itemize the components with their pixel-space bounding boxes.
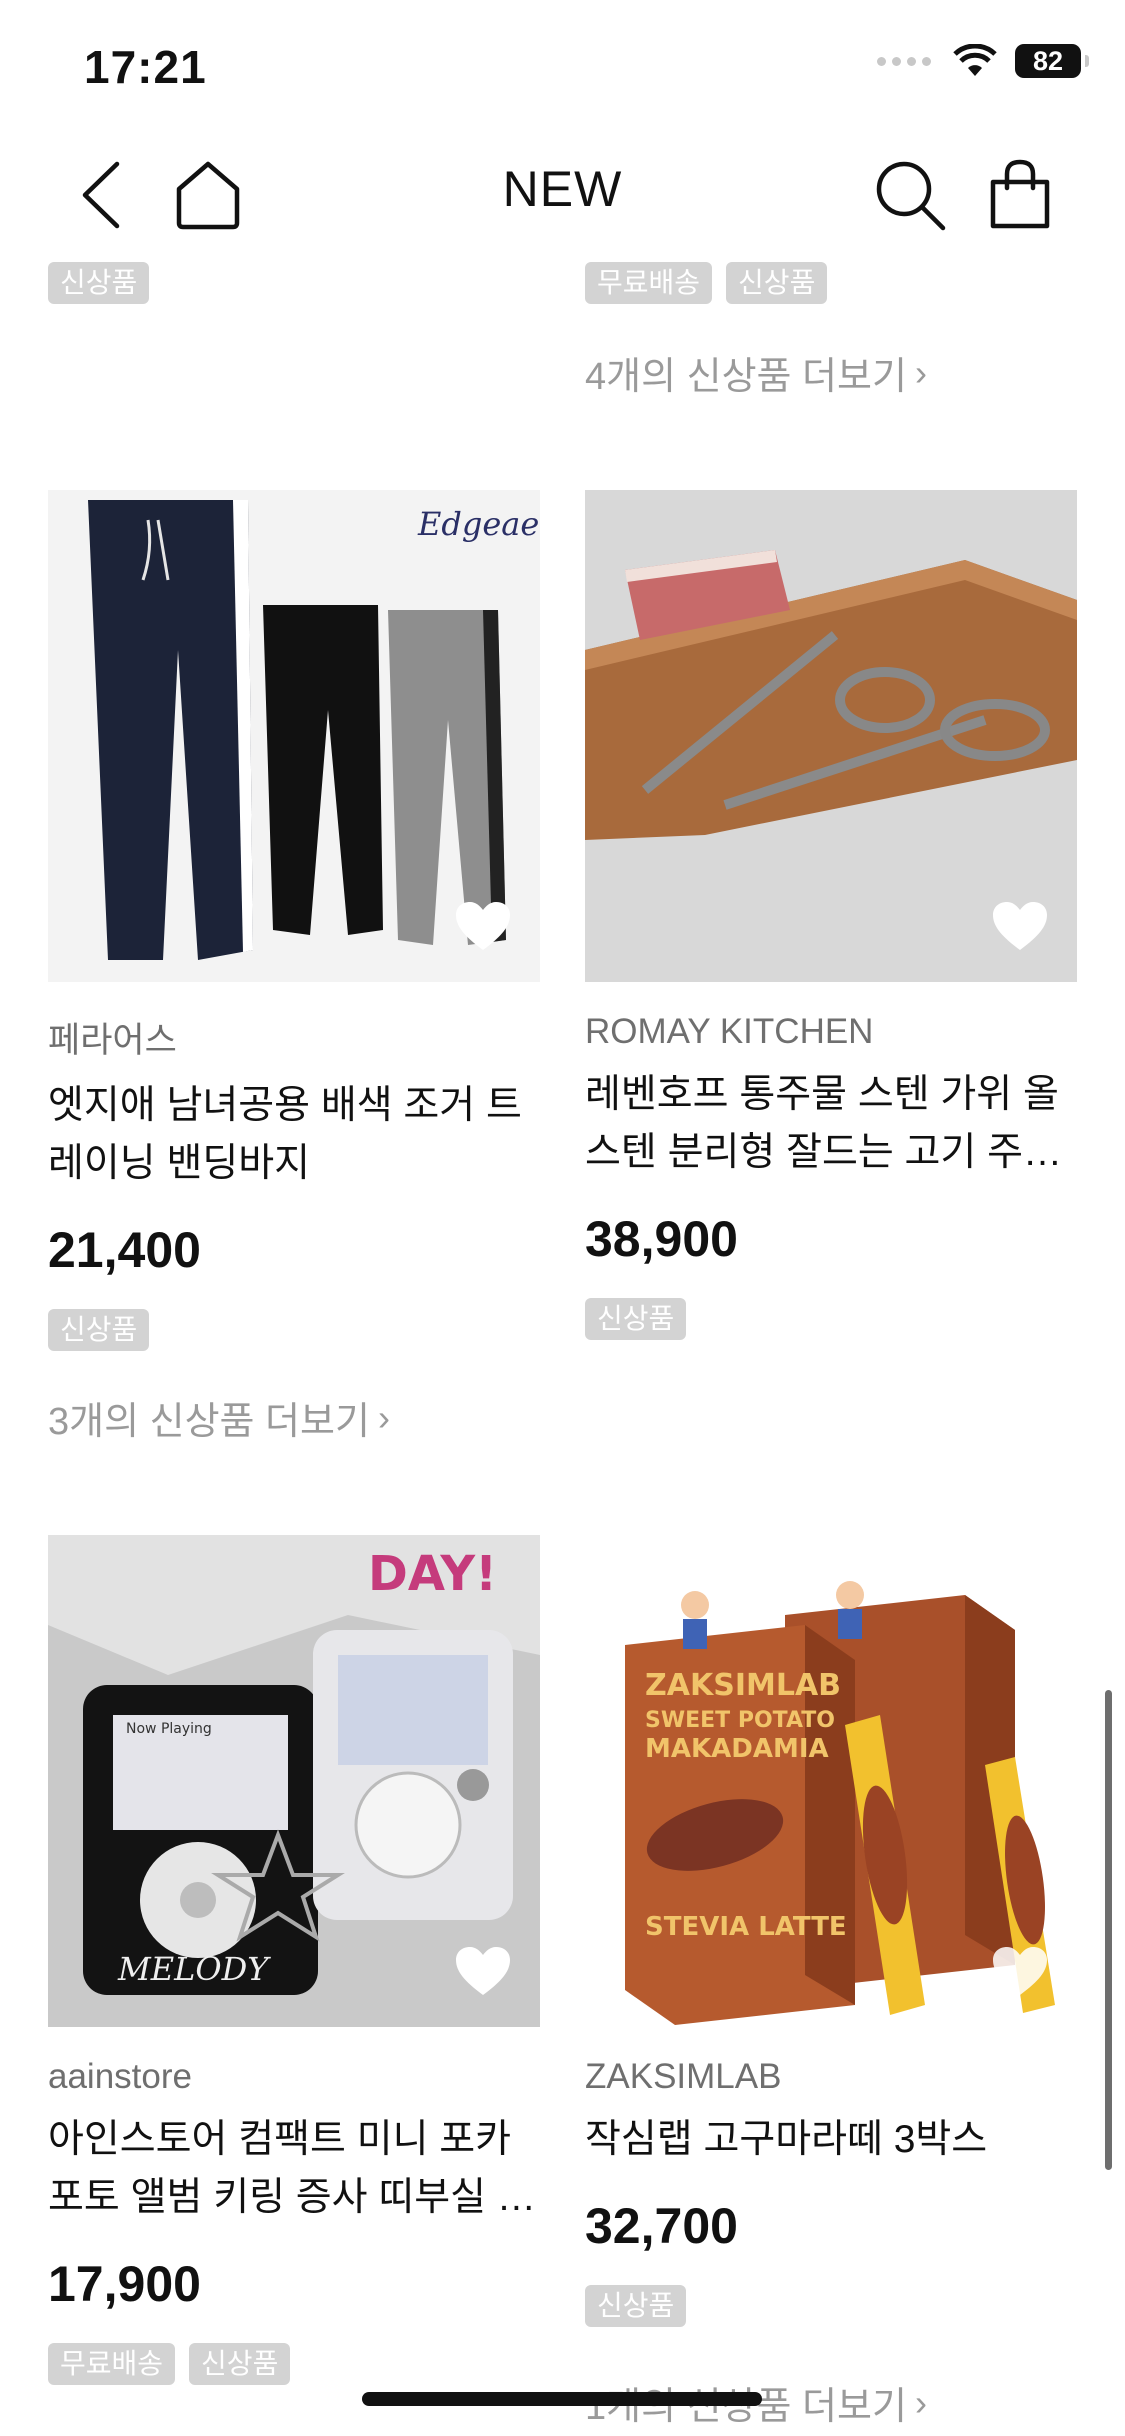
heart-icon[interactable] xyxy=(454,900,512,952)
battery-level: 82 xyxy=(1032,45,1064,76)
tag-row: 신상품 xyxy=(48,1309,540,1351)
cart-button[interactable] xyxy=(980,155,1060,235)
tag-row: 무료배송 신상품 xyxy=(585,262,828,304)
search-icon xyxy=(876,161,946,231)
product-name[interactable]: 아인스토어 컴팩트 미니 포카 포토 앨범 키링 증사 띠부실 … xyxy=(48,2111,540,2227)
tag-new: 신상품 xyxy=(48,262,150,304)
scrollbar[interactable] xyxy=(1105,1690,1112,2170)
product-name[interactable]: 작심랩 고구마라떼 3박스 xyxy=(585,2111,1077,2169)
chevron-right-icon: › xyxy=(914,351,927,393)
product-brand: ZAKSIMLAB xyxy=(585,2057,782,2096)
product-image[interactable] xyxy=(585,490,1077,982)
product-image[interactable]: DAY! Now Playing MELODY xyxy=(48,1535,540,2027)
battery-icon: 82 xyxy=(1015,44,1089,78)
tag-new: 신상품 xyxy=(585,1298,687,1340)
product-card[interactable]: ZAKSIMLAB SWEET POTATO MAKADAMIA STEVIA … xyxy=(585,1535,1077,2327)
image-brand-text: Edgeae xyxy=(417,505,539,543)
navigation-bar: NEW xyxy=(0,130,1125,260)
product-name[interactable]: 레벤호프 통주물 스텐 가위 올스텐 분리형 잘드는 고기 주… xyxy=(585,1066,1077,1182)
search-button[interactable] xyxy=(870,155,950,235)
status-indicators: 82 xyxy=(877,44,1089,78)
heart-icon[interactable] xyxy=(991,900,1049,952)
image-text: MAKADAMIA xyxy=(645,1734,829,1764)
tag-new: 신상품 xyxy=(585,2285,687,2327)
image-text: DAY! xyxy=(368,1546,497,1602)
product-card[interactable]: Edgeae 페라어스 엣지애 남녀공용 배색 조거 트레이닝 밴딩바지 MCP… xyxy=(48,490,540,1351)
page-title: NEW xyxy=(502,161,623,217)
tag-free-shipping: 무료배송 xyxy=(48,2343,176,2385)
more-link-label: 4개의 신상품 더보기 xyxy=(585,356,907,398)
product-image[interactable]: ZAKSIMLAB SWEET POTATO MAKADAMIA STEVIA … xyxy=(585,1535,1077,2027)
product-price: 38,900 xyxy=(585,1211,738,1267)
more-new-products-link[interactable]: 4개의 신상품 더보기 › xyxy=(585,345,927,400)
image-text: ZAKSIMLAB xyxy=(645,1668,841,1703)
product-price: 21,400 xyxy=(48,1222,201,1278)
image-text: STEVIA LATTE xyxy=(645,1912,847,1942)
product-card[interactable]: DAY! Now Playing MELODY aainstore 아인스토어 … xyxy=(48,1535,540,2385)
product-brand: aainstore xyxy=(48,2057,192,2096)
product-brand: 페라어스 xyxy=(48,1021,177,1060)
tag-new: 신상품 xyxy=(48,1309,150,1351)
shopping-bag-icon xyxy=(990,159,1050,229)
product-image[interactable]: Edgeae xyxy=(48,490,540,982)
wifi-icon xyxy=(953,44,997,76)
heart-icon[interactable] xyxy=(454,1945,512,1997)
product-price: 32,700 xyxy=(585,2198,738,2254)
product-name[interactable]: 엣지애 남녀공용 배색 조거 트레이닝 밴딩바지 MCPS5TA… xyxy=(48,1077,540,1193)
chevron-right-icon: › xyxy=(914,2381,927,2423)
tag-row: 무료배송 신상품 xyxy=(48,2343,540,2385)
more-new-products-link[interactable]: 3개의 신상품 더보기 › xyxy=(48,1390,390,1445)
tag-row: 신상품 xyxy=(585,1298,1077,1340)
image-text: Now Playing xyxy=(126,1721,212,1737)
chevron-right-icon: › xyxy=(377,1396,390,1438)
product-card[interactable]: ROMAY KITCHEN 레벤호프 통주물 스텐 가위 올스텐 분리형 잘드는… xyxy=(585,490,1077,1340)
image-text: SWEET POTATO xyxy=(645,1708,835,1733)
heart-icon[interactable] xyxy=(991,1945,1049,1997)
product-price: 17,900 xyxy=(48,2256,201,2312)
status-time: 17:21 xyxy=(84,41,207,93)
cellular-signal-icon xyxy=(877,56,931,66)
tag-free-shipping: 무료배송 xyxy=(585,262,713,304)
tag-row: 신상품 xyxy=(48,262,150,304)
tag-new: 신상품 xyxy=(726,262,828,304)
status-bar: 17:21 82 xyxy=(0,0,1125,130)
product-feed: 신상품 무료배송 신상품 4개의 신상품 더보기 › Edgeae 페라어스 엣… xyxy=(0,0,1125,2436)
more-link-label: 3개의 신상품 더보기 xyxy=(48,1401,370,1443)
tag-row: 신상품 xyxy=(585,2285,1077,2327)
home-indicator[interactable] xyxy=(362,2392,762,2406)
product-brand: ROMAY KITCHEN xyxy=(585,1012,874,1051)
tag-new: 신상품 xyxy=(189,2343,291,2385)
image-text: MELODY xyxy=(117,1950,271,1988)
